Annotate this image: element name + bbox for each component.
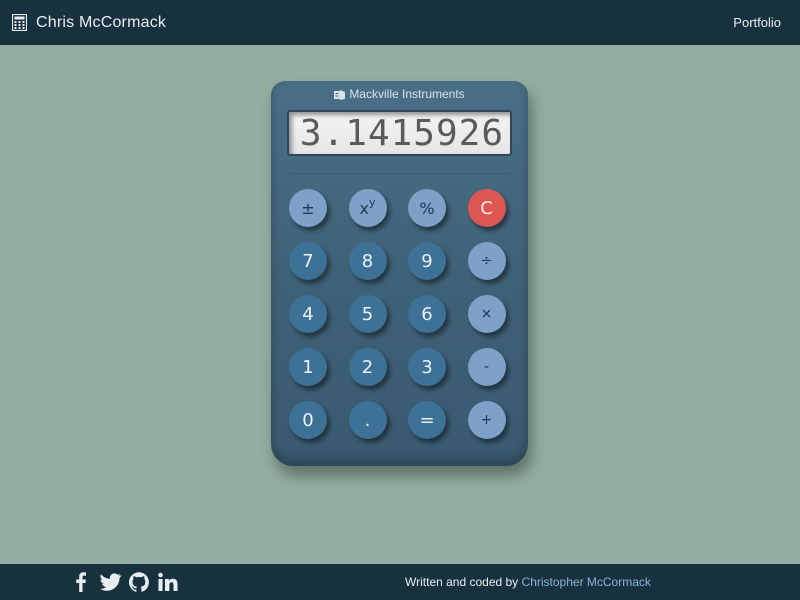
key-label: x	[359, 198, 369, 218]
credit-text: Written and coded by	[405, 575, 519, 589]
key-label: 4	[302, 303, 314, 325]
top-navbar: Chris McCormack Portfolio	[0, 0, 800, 45]
key-subtract-button[interactable]: -	[467, 348, 506, 386]
footer-credit: Written and coded by Christopher McCorma…	[405, 575, 651, 589]
key-sign-button[interactable]: ±	[289, 189, 327, 227]
calculator-display: 3.1415926	[287, 110, 512, 156]
calculator-logo-icon	[334, 89, 346, 100]
brand-name: Chris McCormack	[36, 13, 167, 31]
key-8-button[interactable]: 8	[348, 242, 387, 280]
key-power-button[interactable]: xy	[348, 189, 387, 227]
key-1-button[interactable]: 1	[289, 348, 327, 386]
key-decimal-button[interactable]: .	[348, 401, 387, 439]
key-label: 6	[421, 303, 433, 325]
key-label: 0	[302, 409, 314, 431]
keypad: ± x y% C 7 8 9 ÷ 4 5 6 × 1 2 3 - 0. = +	[289, 189, 511, 439]
key-label: 9	[421, 250, 433, 272]
key-9-button[interactable]: 9	[408, 242, 446, 280]
key-7-button[interactable]: 7	[289, 242, 327, 280]
nav-link-portfolio[interactable]: Portfolio	[733, 15, 781, 30]
key-multiply-button[interactable]: ×	[467, 295, 506, 333]
key-4-button[interactable]: 4	[289, 295, 327, 333]
key-label: 7	[302, 250, 314, 272]
key-clear-button[interactable]: C	[467, 189, 506, 227]
key-5-button[interactable]: 5	[348, 295, 387, 333]
key-superscript: y	[368, 195, 376, 209]
key-divide-button[interactable]: ÷	[467, 242, 506, 280]
key-add-button[interactable]: +	[467, 401, 506, 439]
key-label: ÷	[480, 253, 493, 269]
key-label: -	[483, 359, 490, 375]
display-value: 3.1415926	[299, 112, 504, 154]
key-equals-button[interactable]: =	[408, 401, 446, 439]
key-label: 2	[361, 356, 374, 378]
calculator-icon	[11, 13, 28, 32]
key-label: +	[480, 412, 493, 428]
github-icon[interactable]	[129, 572, 149, 592]
key-2-button[interactable]: 2	[348, 348, 387, 386]
key-label: 8	[361, 250, 374, 272]
divider	[289, 173, 510, 174]
brand-link[interactable]: Chris McCormack	[11, 13, 167, 32]
social-links	[71, 572, 178, 592]
key-label: .	[364, 409, 371, 431]
facebook-icon[interactable]	[71, 572, 91, 592]
footer: Written and coded by Christopher McCorma…	[0, 564, 800, 600]
key-0-button[interactable]: 0	[289, 401, 327, 439]
key-label: 5	[361, 303, 374, 325]
calculator-maker: Mackville Instruments	[271, 87, 528, 101]
key-3-button[interactable]: 3	[408, 348, 446, 386]
key-label: 3	[421, 356, 433, 378]
key-label: %	[419, 198, 435, 218]
calculator: Mackville Instruments 3.1415926 ± x y% C 7 8 9…	[271, 81, 528, 466]
key-percent-button[interactable]: %	[408, 189, 446, 227]
twitter-icon[interactable]	[100, 572, 122, 592]
key-label: C	[480, 197, 493, 219]
calculator-maker-name: Mackville Instruments	[349, 87, 465, 101]
key-label: 1	[302, 356, 314, 378]
key-label: ±	[301, 198, 315, 218]
linkedin-icon[interactable]	[158, 572, 178, 592]
author-link[interactable]: Christopher McCormack	[522, 575, 651, 589]
key-label: ×	[480, 306, 493, 322]
key-6-button[interactable]: 6	[408, 295, 446, 333]
key-label: =	[419, 409, 435, 431]
